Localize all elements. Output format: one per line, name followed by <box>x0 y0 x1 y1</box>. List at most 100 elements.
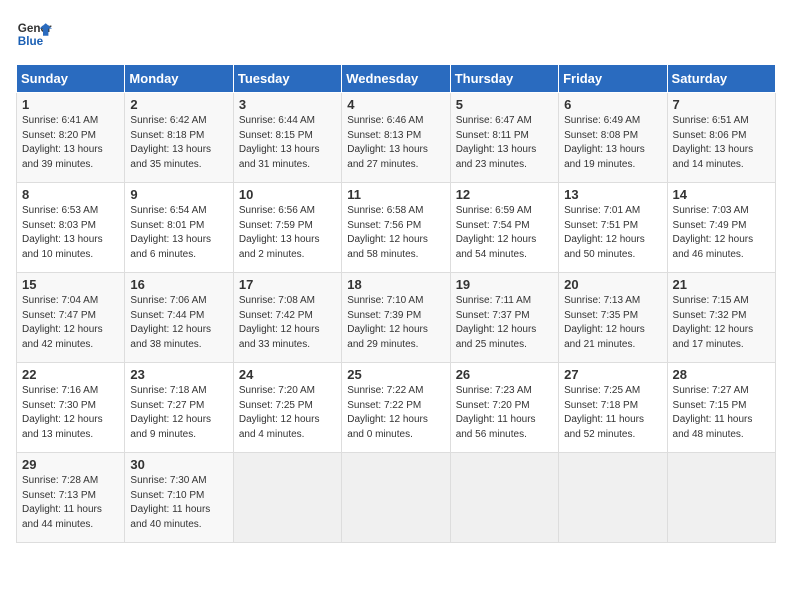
day-number: 13 <box>564 187 661 202</box>
calendar-cell: 17 Sunrise: 7:08 AM Sunset: 7:42 PM Dayli… <box>233 273 341 363</box>
calendar-table: SundayMondayTuesdayWednesdayThursdayFrid… <box>16 64 776 543</box>
calendar-cell: 29Sunrise: 7:28 AM Sunset: 7:13 PM Dayli… <box>17 453 125 543</box>
calendar-cell: 9 Sunrise: 6:54 AM Sunset: 8:01 PM Daylig… <box>125 183 233 273</box>
day-number: 14 <box>673 187 770 202</box>
svg-text:Blue: Blue <box>18 35 44 48</box>
day-number: 3 <box>239 97 336 112</box>
day-number: 15 <box>22 277 119 292</box>
calendar-cell: 15Sunrise: 7:04 AM Sunset: 7:47 PM Dayli… <box>17 273 125 363</box>
day-number: 10 <box>239 187 336 202</box>
day-number: 12 <box>456 187 553 202</box>
day-number: 22 <box>22 367 119 382</box>
cell-text: Sunrise: 7:10 AM Sunset: 7:39 PM Dayligh… <box>347 294 444 352</box>
cell-text: Sunrise: 6:59 AM Sunset: 7:54 PM Dayligh… <box>456 204 553 262</box>
cell-text: Sunrise: 6:44 AM Sunset: 8:15 PM Dayligh… <box>239 114 336 172</box>
cell-text: Sunrise: 7:08 AM Sunset: 7:42 PM Dayligh… <box>239 294 336 352</box>
calendar-cell: 10 Sunrise: 6:56 AM Sunset: 7:59 PM Dayli… <box>233 183 341 273</box>
cell-text: Sunrise: 6:51 AM Sunset: 8:06 PM Dayligh… <box>673 114 770 172</box>
cell-text: Sunrise: 6:41 AM Sunset: 8:20 PM Dayligh… <box>22 114 119 172</box>
cell-text: Sunrise: 6:56 AM Sunset: 7:59 PM Dayligh… <box>239 204 336 262</box>
day-number: 1 <box>22 97 119 112</box>
day-number: 9 <box>130 187 227 202</box>
cell-text: Sunrise: 7:03 AM Sunset: 7:49 PM Dayligh… <box>673 204 770 262</box>
calendar-cell <box>450 453 558 543</box>
calendar-cell <box>342 453 450 543</box>
cell-text: Sunrise: 7:23 AM Sunset: 7:20 PM Dayligh… <box>456 384 553 442</box>
calendar-cell: 3 Sunrise: 6:44 AM Sunset: 8:15 PM Daylig… <box>233 93 341 183</box>
cell-text: Sunrise: 6:58 AM Sunset: 7:56 PM Dayligh… <box>347 204 444 262</box>
calendar-cell: 19 Sunrise: 7:11 AM Sunset: 7:37 PM Dayli… <box>450 273 558 363</box>
day-number: 8 <box>22 187 119 202</box>
calendar-cell: 13 Sunrise: 7:01 AM Sunset: 7:51 PM Dayli… <box>559 183 667 273</box>
calendar-cell: 7 Sunrise: 6:51 AM Sunset: 8:06 PM Daylig… <box>667 93 775 183</box>
cell-text: Sunrise: 7:16 AM Sunset: 7:30 PM Dayligh… <box>22 384 119 442</box>
day-number: 6 <box>564 97 661 112</box>
day-number: 17 <box>239 277 336 292</box>
calendar-cell: 16 Sunrise: 7:06 AM Sunset: 7:44 PM Dayli… <box>125 273 233 363</box>
day-header-tuesday: Tuesday <box>233 65 341 93</box>
day-number: 30 <box>130 457 227 472</box>
cell-text: Sunrise: 7:11 AM Sunset: 7:37 PM Dayligh… <box>456 294 553 352</box>
logo-icon: General Blue <box>16 16 52 52</box>
cell-text: Sunrise: 7:13 AM Sunset: 7:35 PM Dayligh… <box>564 294 661 352</box>
calendar-cell: 23 Sunrise: 7:18 AM Sunset: 7:27 PM Dayli… <box>125 363 233 453</box>
calendar-cell: 14 Sunrise: 7:03 AM Sunset: 7:49 PM Dayli… <box>667 183 775 273</box>
cell-text: Sunrise: 7:01 AM Sunset: 7:51 PM Dayligh… <box>564 204 661 262</box>
day-header-sunday: Sunday <box>17 65 125 93</box>
cell-text: Sunrise: 7:30 AM Sunset: 7:10 PM Dayligh… <box>130 474 227 532</box>
calendar-cell: 30 Sunrise: 7:30 AM Sunset: 7:10 PM Dayli… <box>125 453 233 543</box>
calendar-cell: 26 Sunrise: 7:23 AM Sunset: 7:20 PM Dayli… <box>450 363 558 453</box>
day-number: 4 <box>347 97 444 112</box>
day-number: 25 <box>347 367 444 382</box>
day-number: 19 <box>456 277 553 292</box>
calendar-cell: 25 Sunrise: 7:22 AM Sunset: 7:22 PM Dayli… <box>342 363 450 453</box>
calendar-cell <box>667 453 775 543</box>
day-header-friday: Friday <box>559 65 667 93</box>
cell-text: Sunrise: 7:27 AM Sunset: 7:15 PM Dayligh… <box>673 384 770 442</box>
cell-text: Sunrise: 6:47 AM Sunset: 8:11 PM Dayligh… <box>456 114 553 172</box>
day-number: 16 <box>130 277 227 292</box>
cell-text: Sunrise: 7:06 AM Sunset: 7:44 PM Dayligh… <box>130 294 227 352</box>
cell-text: Sunrise: 6:54 AM Sunset: 8:01 PM Dayligh… <box>130 204 227 262</box>
cell-text: Sunrise: 7:18 AM Sunset: 7:27 PM Dayligh… <box>130 384 227 442</box>
calendar-cell: 11 Sunrise: 6:58 AM Sunset: 7:56 PM Dayli… <box>342 183 450 273</box>
logo: General Blue <box>16 16 52 52</box>
cell-text: Sunrise: 7:20 AM Sunset: 7:25 PM Dayligh… <box>239 384 336 442</box>
page-header: General Blue <box>16 16 776 52</box>
calendar-cell: 4 Sunrise: 6:46 AM Sunset: 8:13 PM Daylig… <box>342 93 450 183</box>
calendar-cell: 18 Sunrise: 7:10 AM Sunset: 7:39 PM Dayli… <box>342 273 450 363</box>
cell-text: Sunrise: 6:49 AM Sunset: 8:08 PM Dayligh… <box>564 114 661 172</box>
day-number: 21 <box>673 277 770 292</box>
cell-text: Sunrise: 7:15 AM Sunset: 7:32 PM Dayligh… <box>673 294 770 352</box>
calendar-cell: 22 Sunrise: 7:16 AM Sunset: 7:30 PM Dayli… <box>17 363 125 453</box>
day-number: 27 <box>564 367 661 382</box>
day-number: 11 <box>347 187 444 202</box>
calendar-cell: 6 Sunrise: 6:49 AM Sunset: 8:08 PM Daylig… <box>559 93 667 183</box>
calendar-cell: 1 Sunrise: 6:41 AM Sunset: 8:20 PM Daylig… <box>17 93 125 183</box>
day-header-monday: Monday <box>125 65 233 93</box>
cell-text: Sunrise: 6:46 AM Sunset: 8:13 PM Dayligh… <box>347 114 444 172</box>
cell-text: Sunrise: 7:22 AM Sunset: 7:22 PM Dayligh… <box>347 384 444 442</box>
day-header-thursday: Thursday <box>450 65 558 93</box>
day-header-wednesday: Wednesday <box>342 65 450 93</box>
day-number: 5 <box>456 97 553 112</box>
cell-text: Sunrise: 6:53 AM Sunset: 8:03 PM Dayligh… <box>22 204 119 262</box>
calendar-cell: 27 Sunrise: 7:25 AM Sunset: 7:18 PM Dayli… <box>559 363 667 453</box>
day-number: 7 <box>673 97 770 112</box>
calendar-cell: 8 Sunrise: 6:53 AM Sunset: 8:03 PM Daylig… <box>17 183 125 273</box>
day-number: 28 <box>673 367 770 382</box>
day-number: 26 <box>456 367 553 382</box>
calendar-cell: 2 Sunrise: 6:42 AM Sunset: 8:18 PM Daylig… <box>125 93 233 183</box>
day-number: 18 <box>347 277 444 292</box>
calendar-cell <box>233 453 341 543</box>
day-number: 23 <box>130 367 227 382</box>
calendar-cell: 20 Sunrise: 7:13 AM Sunset: 7:35 PM Dayli… <box>559 273 667 363</box>
day-number: 20 <box>564 277 661 292</box>
day-number: 29 <box>22 457 119 472</box>
cell-text: Sunrise: 6:42 AM Sunset: 8:18 PM Dayligh… <box>130 114 227 172</box>
day-number: 24 <box>239 367 336 382</box>
day-number: 2 <box>130 97 227 112</box>
cell-text: Sunrise: 7:25 AM Sunset: 7:18 PM Dayligh… <box>564 384 661 442</box>
calendar-cell: 24 Sunrise: 7:20 AM Sunset: 7:25 PM Dayli… <box>233 363 341 453</box>
calendar-cell: 12 Sunrise: 6:59 AM Sunset: 7:54 PM Dayli… <box>450 183 558 273</box>
